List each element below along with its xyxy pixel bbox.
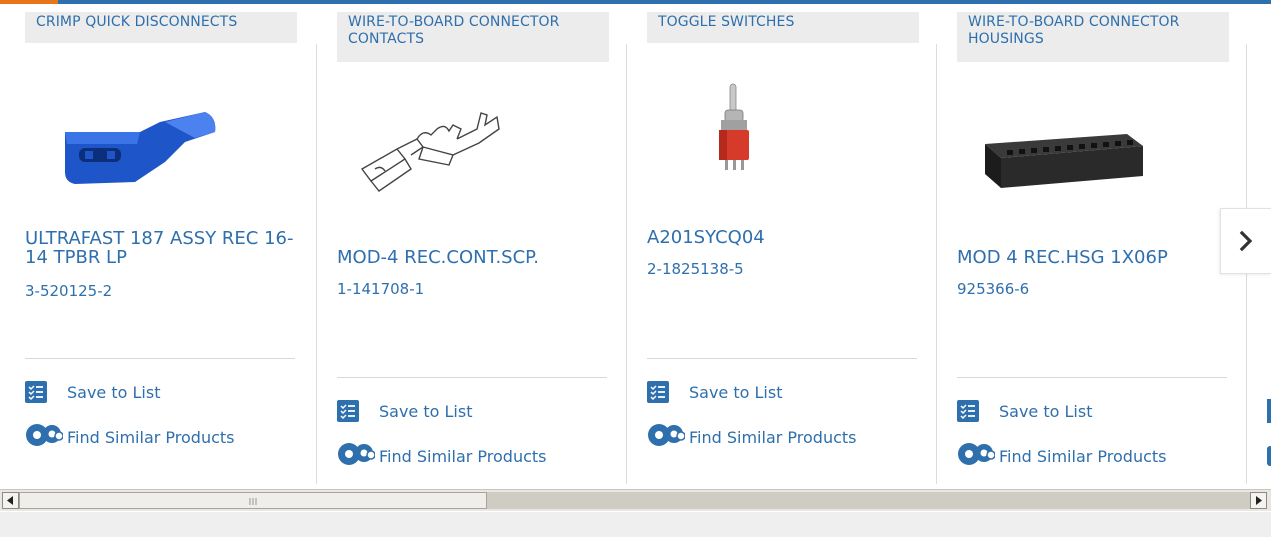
triangle-right-icon: [1256, 496, 1262, 505]
scroll-right-button[interactable]: [1250, 492, 1267, 509]
product-category[interactable]: WIRE-TO-BOARD CONNECTOR HOUSINGS: [957, 12, 1229, 62]
product-card: WIRE-TO-BOARD CONNECTOR CONTACTS MOD-4 R…: [337, 4, 627, 484]
product-carousel: CRIMP QUICK DISCONNECTS ULTRAFAST 187 AS…: [0, 4, 1271, 488]
gears-icon: [337, 441, 376, 471]
product-image-crimp-disconnect[interactable]: [45, 92, 225, 202]
next-card-peek: [1267, 399, 1271, 423]
horizontal-scrollbar[interactable]: [0, 489, 1271, 511]
card-divider: [316, 44, 317, 484]
card-separator: [957, 377, 1227, 378]
bottom-panel: [0, 512, 1271, 537]
product-name[interactable]: MOD-4 REC.CONT.SCP.: [337, 248, 617, 267]
scroll-left-button[interactable]: [2, 492, 19, 509]
product-name[interactable]: ULTRAFAST 187 ASSY REC 16-14 TPBR LP: [25, 229, 305, 267]
next-card-peek-icon: [1267, 446, 1271, 466]
product-part-number[interactable]: 3-520125-2: [25, 282, 112, 300]
product-category[interactable]: TOGGLE SWITCHES: [647, 12, 919, 43]
scrollbar-thumb[interactable]: [19, 492, 487, 509]
checklist-icon: [25, 381, 47, 403]
find-similar-products-label: Find Similar Products: [379, 446, 547, 466]
product-part-number[interactable]: 1-141708-1: [337, 280, 424, 298]
chevron-right-icon: [1239, 230, 1253, 252]
product-name[interactable]: MOD 4 REC.HSG 1X06P: [957, 248, 1237, 267]
save-to-list-label: Save to List: [999, 401, 1093, 421]
product-category[interactable]: CRIMP QUICK DISCONNECTS: [25, 12, 297, 43]
gears-icon: [957, 441, 996, 471]
checklist-icon: [647, 381, 669, 403]
product-card: TOGGLE SWITCHES A201SYCQ04 2-1825138-5 S…: [647, 4, 937, 484]
find-similar-products-button[interactable]: Find Similar Products: [25, 424, 235, 450]
product-image-contact[interactable]: [357, 99, 537, 209]
product-category[interactable]: WIRE-TO-BOARD CONNECTOR CONTACTS: [337, 12, 609, 62]
carousel-next-button[interactable]: [1220, 208, 1271, 274]
find-similar-products-button[interactable]: Find Similar Products: [957, 443, 1167, 469]
card-separator: [25, 358, 295, 359]
product-name[interactable]: A201SYCQ04: [647, 228, 927, 247]
triangle-left-icon: [7, 496, 13, 505]
grip-icon: [249, 498, 257, 505]
checklist-icon: [957, 400, 979, 422]
card-separator: [337, 377, 607, 378]
find-similar-products-button[interactable]: Find Similar Products: [337, 443, 547, 469]
scrollbar-track[interactable]: [487, 492, 1250, 509]
save-to-list-label: Save to List: [379, 401, 473, 421]
save-to-list-button[interactable]: Save to List: [25, 379, 160, 405]
save-to-list-button[interactable]: Save to List: [647, 379, 782, 405]
product-part-number[interactable]: 925366-6: [957, 280, 1029, 298]
card-divider: [936, 44, 937, 484]
save-to-list-button[interactable]: Save to List: [337, 398, 472, 424]
find-similar-products-label: Find Similar Products: [67, 427, 235, 447]
card-separator: [647, 358, 917, 359]
find-similar-products-label: Find Similar Products: [689, 427, 857, 447]
save-to-list-button[interactable]: Save to List: [957, 398, 1092, 424]
gears-icon: [25, 422, 64, 452]
product-image-connector-housing[interactable]: [977, 96, 1157, 206]
gears-icon: [647, 422, 686, 452]
product-part-number[interactable]: 2-1825138-5: [647, 260, 744, 278]
save-to-list-label: Save to List: [689, 382, 783, 402]
product-card: CRIMP QUICK DISCONNECTS ULTRAFAST 187 AS…: [25, 4, 315, 484]
find-similar-products-label: Find Similar Products: [999, 446, 1167, 466]
card-divider: [626, 44, 627, 484]
checklist-icon: [337, 400, 359, 422]
product-image-toggle-switch[interactable]: [667, 76, 847, 186]
save-to-list-label: Save to List: [67, 382, 161, 402]
find-similar-products-button[interactable]: Find Similar Products: [647, 424, 857, 450]
product-card: WIRE-TO-BOARD CONNECTOR HOUSINGS MOD 4 R…: [957, 4, 1247, 484]
